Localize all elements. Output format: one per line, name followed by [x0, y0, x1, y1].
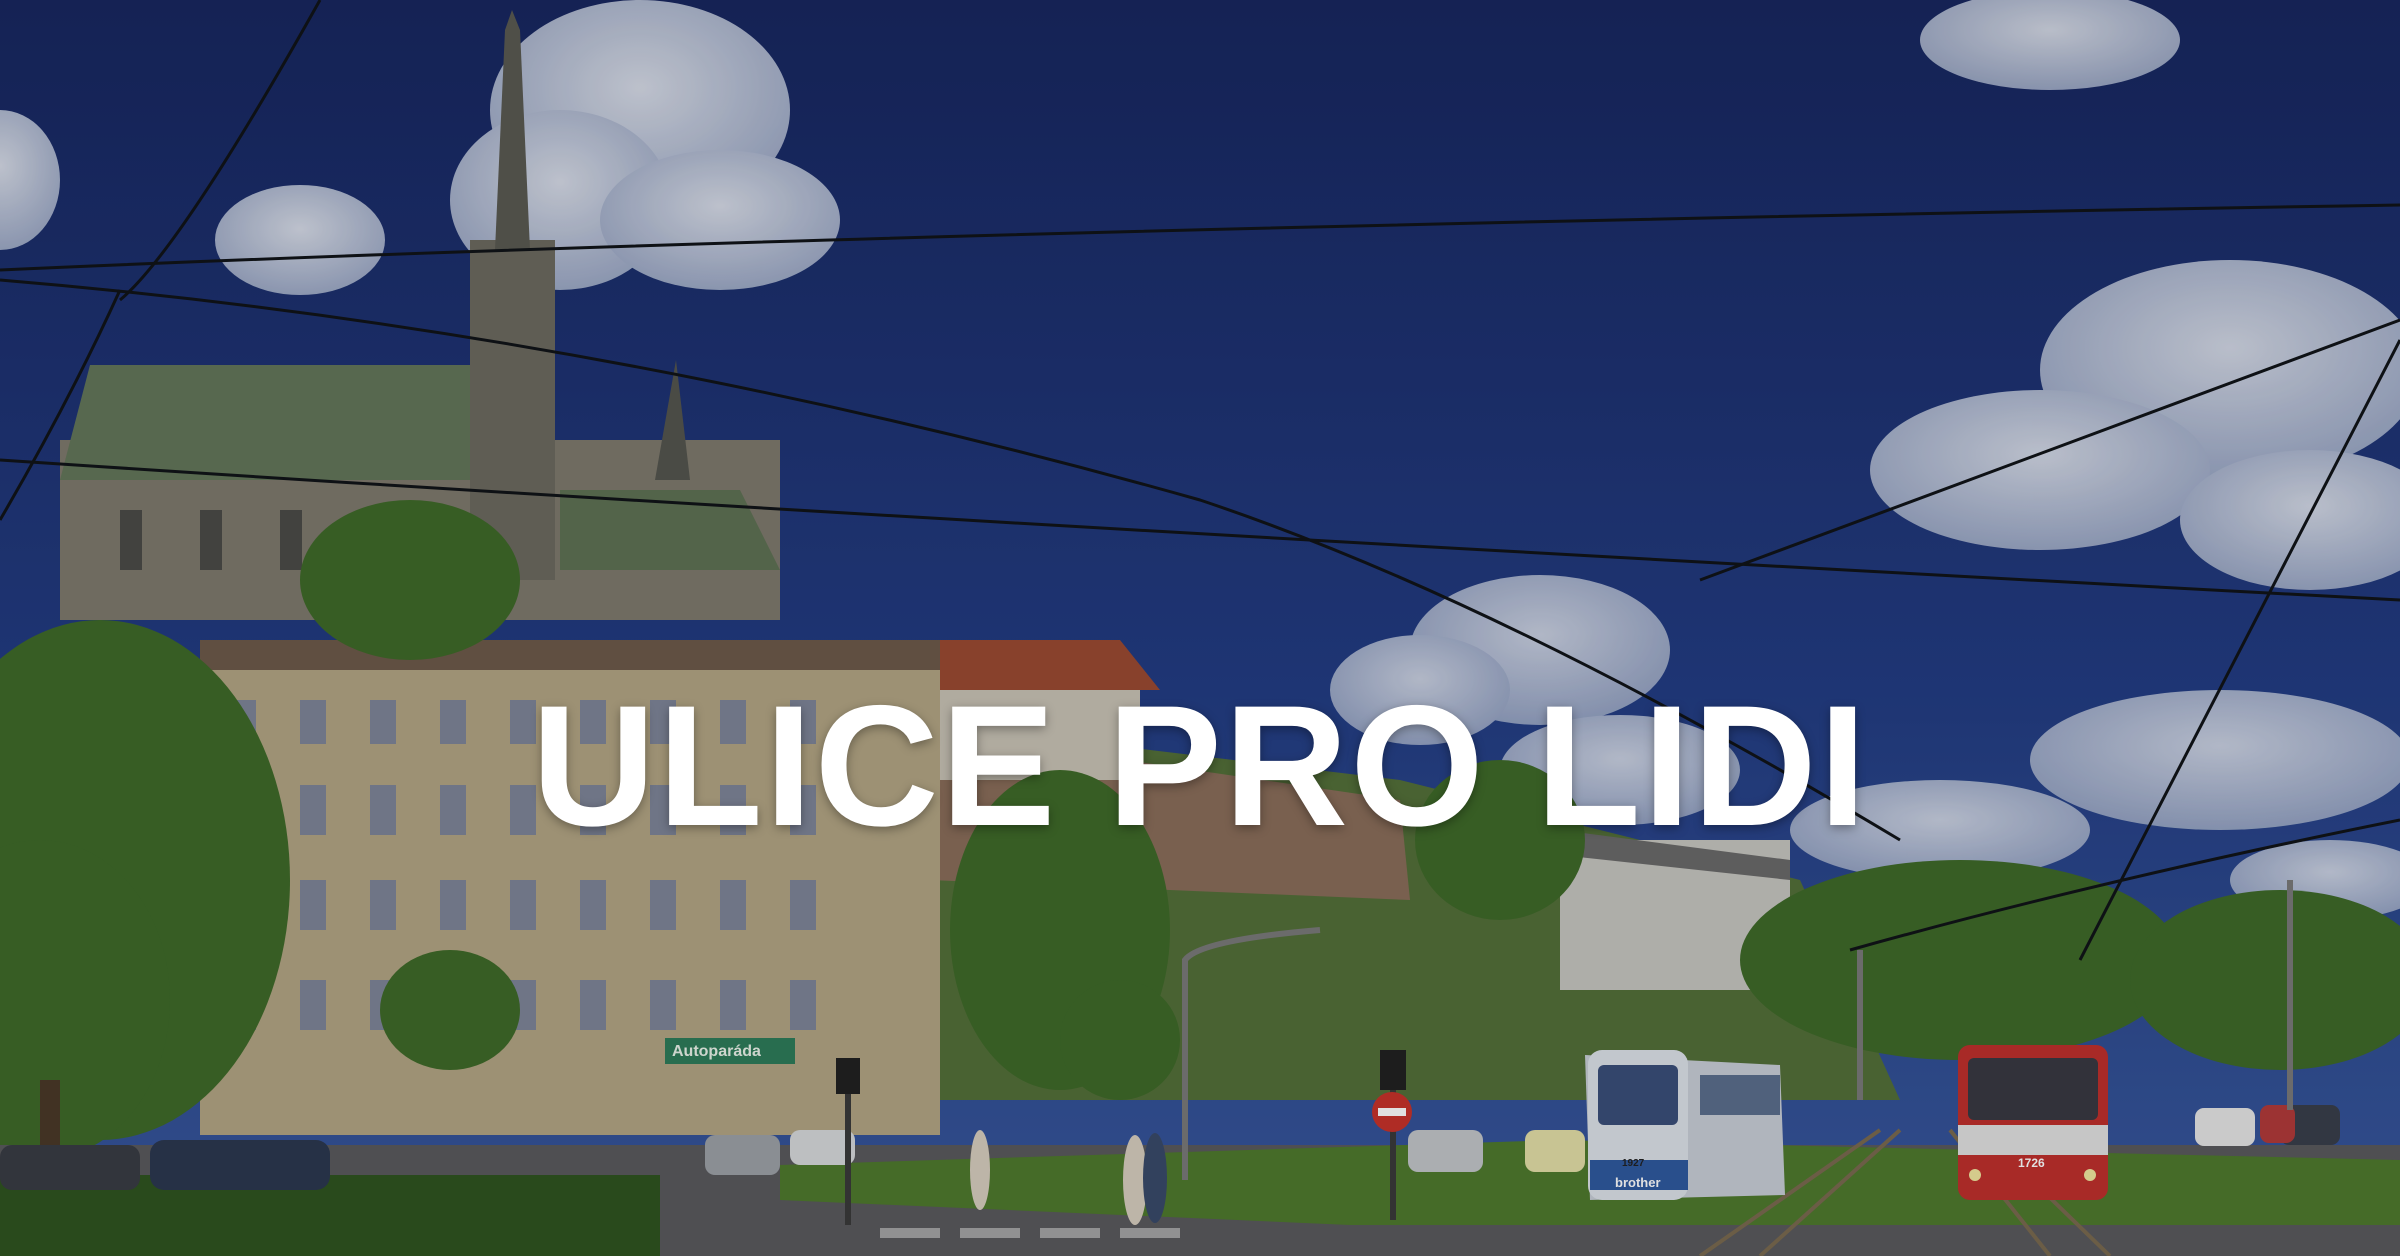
hero-headline: ULICE PRO LIDI — [531, 670, 1869, 863]
darkening-overlay — [0, 0, 2400, 1256]
